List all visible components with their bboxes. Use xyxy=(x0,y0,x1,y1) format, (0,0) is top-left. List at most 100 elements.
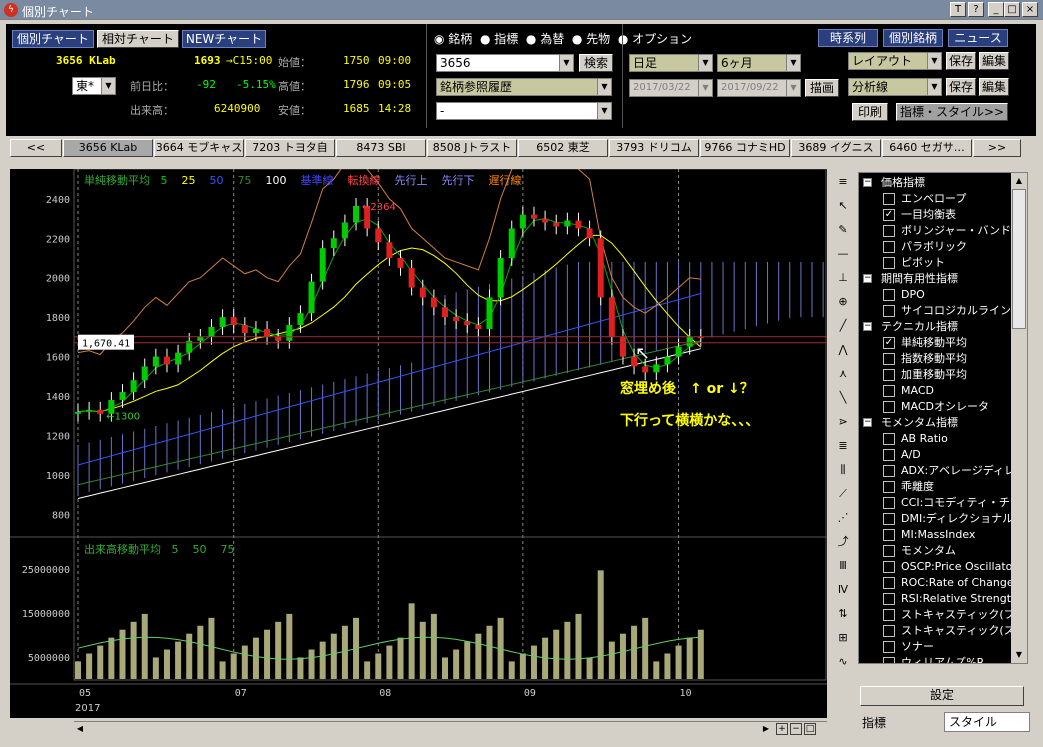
indicator-item[interactable]: A/D xyxy=(859,447,1011,463)
indicator-item[interactable]: 加重移動平均 xyxy=(859,367,1011,383)
cycle-icon[interactable]: ⫼ xyxy=(834,461,852,479)
zoom-in-icon[interactable]: + xyxy=(776,723,788,735)
indicator-item[interactable]: 指数移動平均 xyxy=(859,351,1011,367)
indicator-checkbox[interactable] xyxy=(883,433,895,445)
candlestick-chart[interactable]: 2400 2200 2000 1800 1600 1400 1200 1000 800 05 07 0… xyxy=(10,145,835,718)
indicator-item[interactable]: CCI:コモディティ・チャ xyxy=(859,495,1011,511)
tab-stock-7[interactable]: 3793 ドリコム xyxy=(609,139,699,157)
layout-select[interactable]: レイアウト ▼ xyxy=(848,52,942,70)
tab-stock-0[interactable]: << xyxy=(10,139,62,157)
indicator-item[interactable]: サイコロジカルライン xyxy=(859,303,1011,319)
new-chart-button[interactable]: NEWチャート xyxy=(182,30,266,48)
indicator-checkbox[interactable] xyxy=(883,657,895,663)
indicator-group[interactable]: − 価格指標 xyxy=(859,175,1009,191)
wave-icon[interactable]: ∿ xyxy=(834,653,852,671)
menu-icon[interactable]: ≡ xyxy=(834,173,852,191)
parallel-icon[interactable]: ⇅ xyxy=(834,605,852,623)
search-button[interactable]: 検索 xyxy=(579,54,613,72)
scroll-right-icon[interactable]: ▶ xyxy=(760,722,772,735)
blank-select[interactable]: - ▼ xyxy=(436,102,612,120)
indicator-checkbox[interactable] xyxy=(883,513,895,525)
help-button[interactable]: ? xyxy=(968,2,984,17)
indicator-checkbox[interactable] xyxy=(883,449,895,461)
hline-icon[interactable]: — xyxy=(834,245,852,263)
indicator-item[interactable]: ピボット xyxy=(859,255,1011,271)
indicator-item[interactable]: MI:MassIndex xyxy=(859,527,1011,543)
indicator-item[interactable]: RSI:Relative Strength xyxy=(859,591,1011,607)
tab-style[interactable]: スタイル xyxy=(944,712,1030,732)
tile-button[interactable]: T xyxy=(950,2,966,17)
indicator-checkbox[interactable] xyxy=(883,529,895,541)
indicator-checkbox[interactable] xyxy=(883,465,895,477)
tab-stock-6[interactable]: 6502 東芝 xyxy=(518,139,608,157)
retracement-icon[interactable]: ≣ xyxy=(834,437,852,455)
indicator-checkbox[interactable] xyxy=(883,625,895,637)
radio-forex[interactable]: ● 為替 xyxy=(526,32,564,46)
indicator-item[interactable]: 乖離度 xyxy=(859,479,1011,495)
indicator-checkbox[interactable] xyxy=(883,241,895,253)
eraser-icon[interactable]: ✎ xyxy=(834,221,852,239)
indicator-checkbox[interactable] xyxy=(883,385,895,397)
indicator-item[interactable]: ボリンジャー・バンド xyxy=(859,223,1011,239)
indicator-item[interactable]: ROC:Rate of Change xyxy=(859,575,1011,591)
indicator-checkbox[interactable] xyxy=(883,193,895,205)
indicator-item[interactable]: MACDオシレータ xyxy=(859,399,1011,415)
arrow-icon[interactable]: ⤴ xyxy=(834,533,852,551)
individual-chart-button[interactable]: 個別チャート xyxy=(12,30,94,48)
trendline-icon[interactable]: ╱ xyxy=(834,317,852,335)
news-button[interactable]: ニュース xyxy=(948,29,1008,47)
indicator-item[interactable]: AB Ratio xyxy=(859,431,1011,447)
tab-stock-10[interactable]: 6460 セガサ… xyxy=(882,139,972,157)
draw-button[interactable]: 描画 xyxy=(805,79,839,97)
pointer-icon[interactable]: ↖ xyxy=(834,197,852,215)
indicator-checkbox[interactable] xyxy=(883,561,895,573)
indicator-checkbox[interactable] xyxy=(883,577,895,589)
analysis-edit-button[interactable]: 編集 xyxy=(979,78,1009,96)
indicator-checkbox[interactable] xyxy=(883,593,895,605)
indicator-item[interactable]: DPO xyxy=(859,287,1011,303)
collapse-icon[interactable]: − xyxy=(863,178,872,187)
indicator-group[interactable]: − テクニカル指標 xyxy=(859,319,1009,335)
print-button[interactable]: 印刷 xyxy=(852,103,888,121)
collapse-icon[interactable]: − xyxy=(863,274,872,283)
indicator-item[interactable]: ストキャスティック(ス xyxy=(859,623,1011,639)
radio-stock[interactable]: ◉ 銘柄 xyxy=(434,32,472,46)
period-select[interactable]: 日足 ▼ xyxy=(629,54,713,72)
tab-stock-4[interactable]: 8473 SBI xyxy=(336,139,426,157)
close-button[interactable]: × xyxy=(1022,2,1038,17)
scroll-up-icon[interactable]: ▲ xyxy=(1011,173,1027,189)
minimize-button[interactable]: _ xyxy=(988,2,1004,17)
market-select[interactable]: 東* ▼ xyxy=(72,77,116,95)
history-select[interactable]: 銘柄参照履歴 ▼ xyxy=(436,78,612,96)
indicator-item[interactable]: エンベロープ xyxy=(859,191,1011,207)
indicator-checkbox[interactable] xyxy=(883,401,895,413)
indicator-checkbox[interactable] xyxy=(883,609,895,621)
indicator-checkbox[interactable] xyxy=(883,289,895,301)
panel-scrollbar[interactable]: ▲ ▼ xyxy=(1011,173,1027,663)
tri-icon[interactable]: Ⅲ xyxy=(834,557,852,575)
timeseries-button[interactable]: 時系列 xyxy=(818,29,878,47)
tab-stock-8[interactable]: 9766 コナミHD xyxy=(700,139,790,157)
gann-icon[interactable]: ⋰ xyxy=(834,509,852,527)
radio-index[interactable]: ● 指標 xyxy=(480,32,518,46)
tab-indicator[interactable]: 指標 xyxy=(862,714,886,731)
tab-stock-5[interactable]: 8508 Jトラスト xyxy=(427,139,517,157)
scroll-down-icon[interactable]: ▼ xyxy=(1011,647,1027,663)
cross-icon[interactable]: ⊕ xyxy=(834,293,852,311)
indicator-checkbox[interactable] xyxy=(883,545,895,557)
radio-options[interactable]: ● オプション xyxy=(618,32,692,46)
speed-line-icon[interactable]: ⟋ xyxy=(834,485,852,503)
quad-icon[interactable]: Ⅳ xyxy=(834,581,852,599)
indicator-checkbox[interactable] xyxy=(883,257,895,269)
layout-save-button[interactable]: 保存 xyxy=(946,52,976,70)
vline-icon[interactable]: ⊥ xyxy=(834,269,852,287)
collapse-icon[interactable]: − xyxy=(863,418,872,427)
indicator-checkbox[interactable] xyxy=(883,305,895,317)
indicator-item[interactable]: ストキャスティック(ファ xyxy=(859,607,1011,623)
indicator-style-button[interactable]: 指標・スタイル>> xyxy=(896,103,1008,121)
fib-fan-icon[interactable]: ⋏ xyxy=(834,365,852,383)
maximize-button[interactable]: □ xyxy=(1004,2,1020,17)
fit-icon[interactable]: □ xyxy=(804,723,816,735)
indicator-item[interactable]: ADX:アベレージディレ xyxy=(859,463,1011,479)
date-to-input[interactable]: 2017/09/22 ▼ xyxy=(717,79,801,97)
